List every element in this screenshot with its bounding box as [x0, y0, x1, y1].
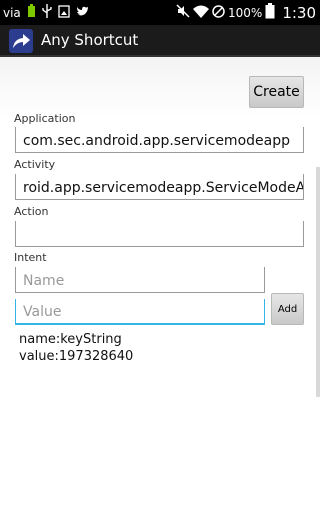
extra-value-result: value:197328640: [19, 349, 134, 364]
application-value: com.sec.android.app.servicemodeapp: [23, 133, 290, 149]
action-label: Action: [14, 205, 49, 218]
activity-value: roid.app.servicemodeapp.ServiceModeApp: [23, 180, 304, 196]
mute-icon: [176, 4, 190, 21]
extra-name-result: name:keyString: [19, 332, 122, 347]
activity-label: Activity: [14, 158, 56, 171]
usb-icon: [42, 4, 52, 21]
create-button[interactable]: Create: [249, 76, 304, 108]
extra-value-field[interactable]: Value: [15, 299, 265, 325]
twitter-icon: [76, 6, 89, 20]
extra-name-field[interactable]: Name: [15, 267, 265, 293]
battery-percent: 100%: [228, 5, 263, 20]
app-title: Any Shortcut: [41, 31, 139, 49]
intent-label: Intent: [14, 251, 47, 264]
wifi-icon: [193, 5, 209, 21]
action-bar: Any Shortcut: [0, 25, 320, 57]
battery-alert-icon: [27, 4, 36, 21]
application-field[interactable]: com.sec.android.app.servicemodeapp: [15, 127, 304, 153]
no-sim-icon: [212, 4, 225, 21]
application-label: Application: [14, 112, 76, 125]
shortcut-form: Create Application com.sec.android.app.s…: [0, 57, 320, 512]
status-bar: via 100% 1:30: [0, 0, 320, 25]
carrier-label: via: [3, 5, 21, 20]
scrollbar[interactable]: [316, 167, 320, 397]
battery-icon: [265, 3, 275, 22]
share-arrow-icon[interactable]: [9, 29, 33, 53]
activity-field[interactable]: roid.app.servicemodeapp.ServiceModeApp: [15, 174, 304, 200]
extra-name-placeholder: Name: [23, 273, 65, 289]
gallery-icon: [58, 4, 70, 21]
clock: 1:30: [282, 3, 316, 22]
add-extra-button[interactable]: Add: [271, 293, 304, 325]
status-right-group: 100% 1:30: [176, 3, 316, 22]
extra-value-placeholder: Value: [23, 304, 62, 320]
action-field[interactable]: [15, 221, 304, 247]
status-left-group: via: [3, 4, 89, 21]
